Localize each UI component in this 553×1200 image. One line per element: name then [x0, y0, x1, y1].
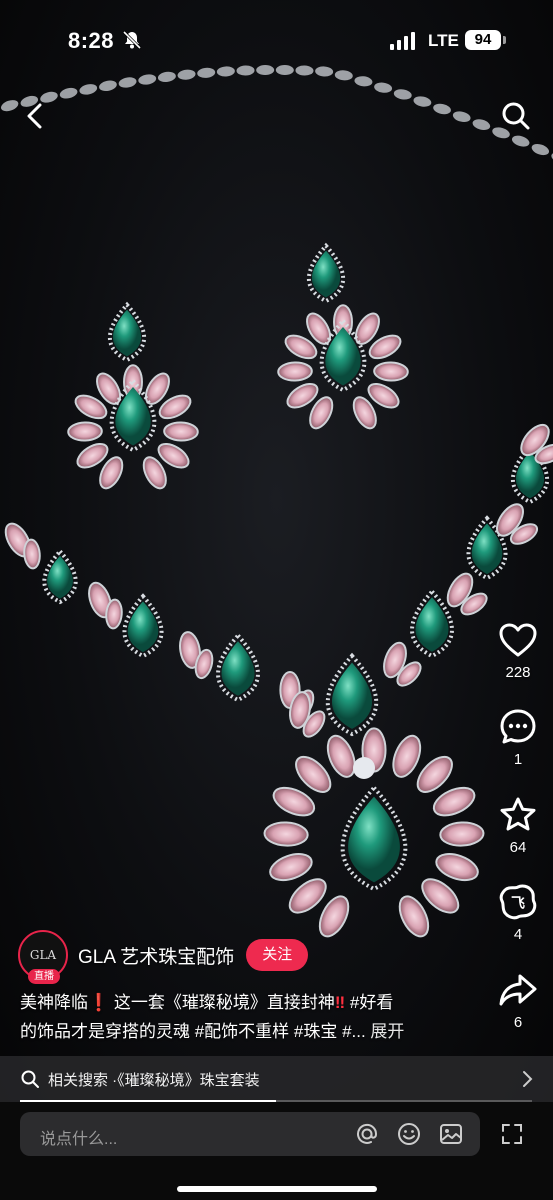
home-indicator — [177, 1186, 377, 1192]
favorite-button[interactable]: 64 — [488, 793, 548, 856]
comment-placeholder: 说点什么... — [40, 1131, 118, 1148]
crystal-link — [472, 119, 491, 130]
author-name[interactable]: GLA 艺术珠宝配饰 — [78, 942, 234, 969]
necklace-emerald — [221, 641, 255, 696]
comment-button[interactable]: 1 — [488, 705, 548, 768]
author-row: GLA 直播 GLA 艺术珠宝配饰 关注 — [18, 930, 309, 984]
post-caption[interactable]: 美神降临❗ 这一套《璀璨秘境》直接封神‼ #好看 的饰品才是穿搭的灵魂 #配饰不… — [20, 988, 480, 1046]
pink-petal — [326, 734, 356, 778]
bottom-bar: 说点什么... — [0, 1102, 553, 1200]
favorite-count: 64 — [509, 839, 527, 856]
live-badge: 直播 — [28, 969, 60, 984]
search-button[interactable] — [496, 96, 536, 136]
pink-petal — [263, 821, 309, 847]
necklace-emerald — [47, 555, 73, 599]
quote-count: 4 — [513, 926, 523, 943]
expand-caption-link[interactable]: 展开 — [366, 1022, 404, 1041]
crystal-link — [79, 84, 98, 95]
comment-input[interactable]: 说点什么... — [20, 1112, 480, 1156]
clock: 8:28 — [68, 28, 115, 53]
pink-petal — [67, 421, 103, 442]
crystal-link — [531, 143, 550, 156]
avatar[interactable]: GLA 直播 — [18, 930, 68, 984]
like-button[interactable]: 228 — [488, 618, 548, 681]
caption-hashtags[interactable]: 的饰品才是穿搭的灵魂 #配饰不重样 #珠宝 #... — [20, 1022, 366, 1041]
chevron-right-icon — [523, 1071, 533, 1087]
comment-count: 1 — [513, 751, 523, 768]
status-bar: 8:28 LTE 94 — [0, 0, 553, 80]
heart-icon — [499, 623, 537, 657]
silent-bell-icon — [122, 30, 142, 50]
like-count: 228 — [505, 664, 531, 681]
pendant-emerald — [348, 796, 400, 883]
crystal-link — [433, 103, 451, 115]
follow-button[interactable]: 关注 — [246, 939, 309, 971]
battery-level: 94 — [465, 30, 501, 50]
share-button[interactable]: 6 — [488, 968, 548, 1031]
chevron-left-icon — [27, 103, 42, 129]
related-search-label: 相关搜索 ·《璀璨秘境》珠宝套装 — [48, 1071, 260, 1089]
quote-share-button[interactable]: 飞 4 — [488, 880, 548, 943]
pendant-bail-diamond — [353, 757, 375, 779]
caption-text-1: 美神降临 — [20, 993, 88, 1012]
crystal-link — [99, 80, 117, 92]
comment-icon — [500, 709, 536, 744]
avatar-monogram: GLA — [29, 948, 57, 962]
image-icon[interactable] — [438, 1121, 464, 1152]
related-search-bar[interactable]: 相关搜索 ·《璀璨秘境》珠宝套装 — [0, 1056, 553, 1102]
back-button[interactable] — [15, 96, 55, 136]
crystal-link — [413, 96, 432, 107]
pink-petal — [392, 734, 422, 778]
share-arrow-icon — [499, 974, 537, 1006]
crystal-link — [452, 111, 471, 122]
crystal-link — [59, 87, 78, 99]
emoji-icon[interactable] — [396, 1121, 422, 1152]
crystal-link — [374, 82, 393, 93]
caption-text-2: 这一套《璀璨秘境》直接封神 — [109, 993, 335, 1012]
mention-icon[interactable] — [354, 1121, 380, 1152]
pink-petal — [277, 361, 313, 382]
necklace-petal — [23, 538, 41, 570]
pink-petal — [163, 421, 199, 442]
crystal-link — [393, 89, 412, 100]
pink-petal — [435, 853, 479, 882]
battery-tip — [503, 36, 506, 44]
svg-text:飞: 飞 — [511, 896, 525, 912]
pink-petal — [439, 821, 485, 847]
pink-petal — [269, 853, 313, 882]
network-type: LTE — [428, 31, 459, 50]
fullscreen-expand-icon[interactable] — [500, 1122, 524, 1151]
search-icon — [21, 1070, 39, 1088]
exclamation-icon: ❗ — [88, 993, 110, 1012]
share-count: 6 — [513, 1014, 523, 1031]
necklace-emerald — [415, 597, 449, 652]
sticker-icon: 飞 — [499, 884, 537, 920]
cell-signal-icon — [390, 32, 415, 50]
pink-petal — [373, 361, 409, 382]
double-exclamation-icon: ‼ — [334, 993, 346, 1012]
caption-hashtag[interactable]: #好看 — [345, 993, 393, 1012]
star-icon — [500, 797, 536, 831]
search-icon — [502, 102, 530, 130]
